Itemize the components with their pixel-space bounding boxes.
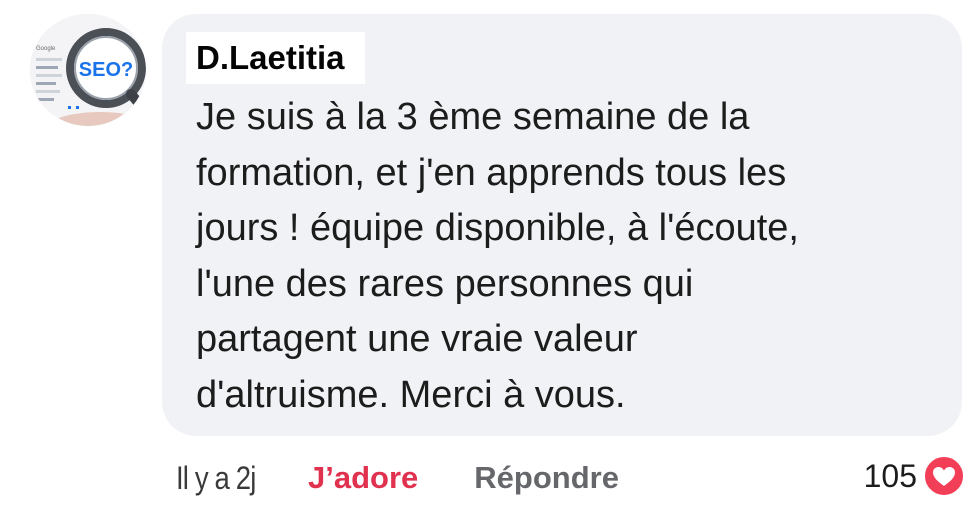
love-reaction-button[interactable]: J’adore bbox=[308, 460, 418, 496]
comment-timestamp[interactable]: Il y a 2j bbox=[176, 460, 271, 497]
comment-author-name[interactable]: D.Laetitia bbox=[186, 32, 365, 84]
comment-actions-row: Il y a 2j J’adore Répondre bbox=[176, 455, 619, 501]
comment-screen: Google SEO? D.Laetitia Je suis à la 3 èm… bbox=[0, 0, 973, 514]
reaction-count: 105 bbox=[863, 457, 917, 494]
avatar-seo-label: SEO? bbox=[79, 59, 133, 81]
heart-icon bbox=[923, 455, 965, 497]
reply-button[interactable]: Répondre bbox=[474, 460, 619, 496]
seo-magnifier-avatar-image: Google SEO? bbox=[30, 14, 146, 126]
comment-bubble: D.Laetitia Je suis à la 3 ème semaine de… bbox=[162, 14, 962, 436]
avatar[interactable]: Google SEO? bbox=[30, 14, 146, 126]
comment-text: Je suis à la 3 ème semaine de la formati… bbox=[196, 96, 799, 416]
avatar-small-text: Google bbox=[36, 46, 56, 52]
reaction-summary[interactable]: 105 bbox=[864, 452, 965, 500]
